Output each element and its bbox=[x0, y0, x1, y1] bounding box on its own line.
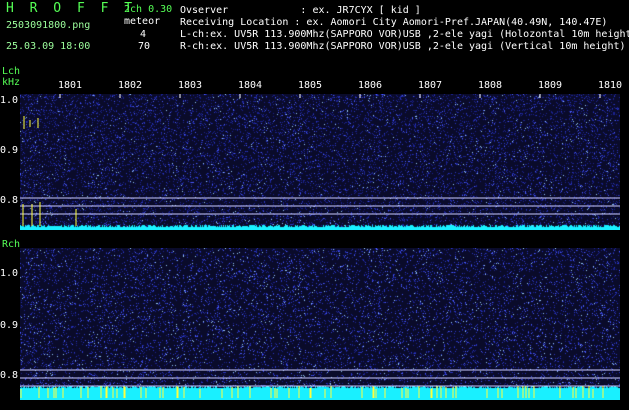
rch-y-tick: 0.8 bbox=[0, 370, 19, 381]
lch-y-tick: 0.9 bbox=[0, 145, 19, 156]
info-rch: R-ch:ex. UV5R 113.900Mhz(SAPPORO VOR)USB… bbox=[180, 41, 626, 52]
lch-y-tick: 1.0 bbox=[0, 95, 19, 106]
time-tick: 1804 bbox=[238, 80, 263, 91]
channel-mode: 2ch 0.30 bbox=[124, 4, 173, 15]
time-tick: 1808 bbox=[478, 80, 503, 91]
time-axis: 1801 1802 1803 1804 1805 1806 1807 1808 … bbox=[20, 80, 623, 94]
lch-y-tick: 0.8 bbox=[0, 195, 19, 206]
lch-unit: kHz bbox=[2, 77, 21, 88]
rch-meteor-count: 70 bbox=[138, 41, 151, 52]
lch-spectrogram bbox=[20, 94, 620, 230]
rch-spectrogram bbox=[20, 248, 620, 400]
info-location: Receiving Location : ex. Aomori City Aom… bbox=[180, 17, 608, 28]
rch-y-tick: 1.0 bbox=[0, 268, 19, 279]
info-lch: L-ch:ex. UV5R 113.900Mhz(SAPPORO VOR)USB… bbox=[180, 29, 629, 40]
lch-meteor-count: 4 bbox=[140, 29, 147, 40]
time-tick: 1810 bbox=[598, 80, 623, 91]
rch-label: Rch bbox=[2, 239, 21, 250]
time-tick: 1803 bbox=[178, 80, 203, 91]
datetime: 25.03.09 18:00 bbox=[6, 41, 91, 52]
time-tick: 1807 bbox=[418, 80, 443, 91]
rch-y-tick: 0.9 bbox=[0, 320, 19, 331]
filename: 2503091800.png bbox=[6, 20, 91, 31]
time-tick: 1809 bbox=[538, 80, 563, 91]
meteor-label: meteor bbox=[124, 16, 161, 27]
app-title: H R O F F T bbox=[6, 1, 137, 16]
time-tick: 1806 bbox=[358, 80, 383, 91]
info-observer: Ovserver : ex. JR7CYX [ kid ] bbox=[180, 5, 421, 16]
time-tick: 1801 bbox=[58, 80, 83, 91]
time-tick: 1805 bbox=[298, 80, 323, 91]
rch-overlay bbox=[20, 369, 620, 398]
time-tick: 1802 bbox=[118, 80, 143, 91]
lch-overlay bbox=[20, 94, 620, 226]
